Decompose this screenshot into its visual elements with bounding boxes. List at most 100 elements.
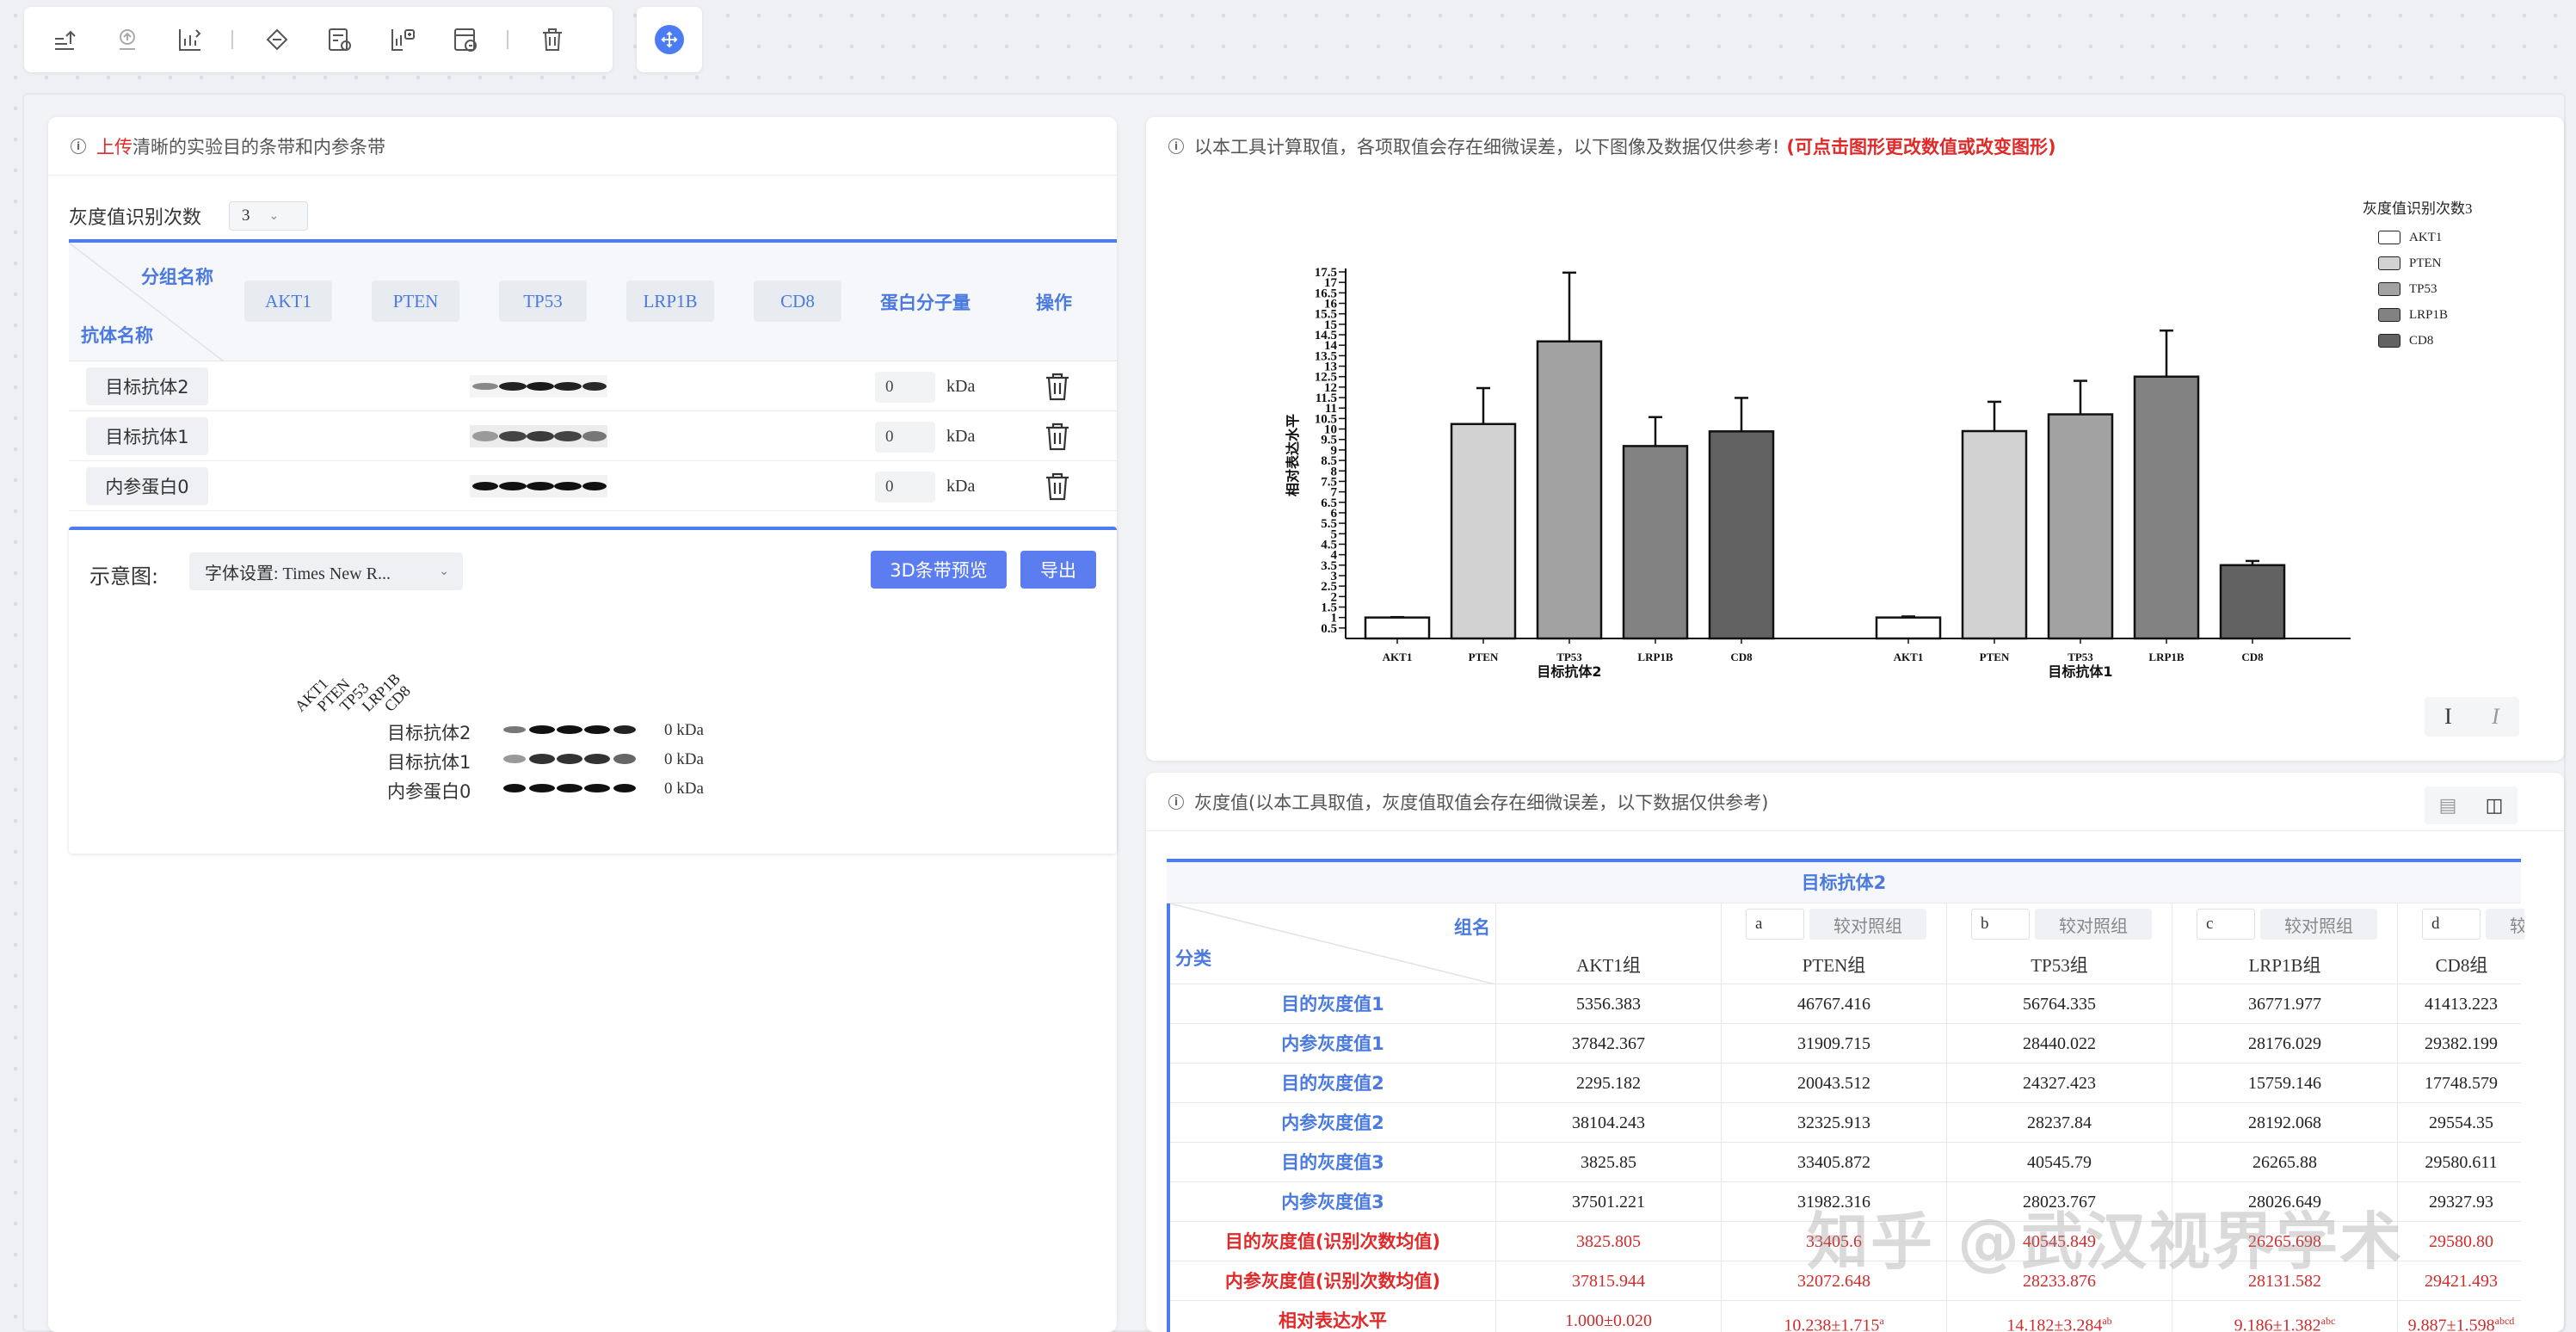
table-cell[interactable]: 15759.146	[2172, 1064, 2397, 1103]
bar[interactable]	[1875, 616, 1942, 640]
table-cell[interactable]: 28440.022	[1946, 1024, 2172, 1064]
settings-doc-icon[interactable]	[318, 18, 361, 61]
table-cell[interactable]: 29421.493	[2397, 1261, 2524, 1301]
table-cell[interactable]: 29554.35	[2397, 1103, 2524, 1143]
edit-chart-icon[interactable]	[444, 18, 486, 61]
text-normal-button[interactable]: I	[2425, 697, 2472, 737]
lane-chip[interactable]: TP53	[499, 281, 587, 322]
table-cell[interactable]: 33405.872	[1721, 1143, 1946, 1182]
lane-chip[interactable]: PTEN	[372, 281, 459, 322]
bar[interactable]	[1536, 340, 1603, 640]
table-cell[interactable]: 5356.383	[1495, 984, 1721, 1024]
move-icon[interactable]	[655, 25, 684, 54]
row-label: 目的灰度值3	[1281, 1152, 1384, 1173]
table-cell[interactable]: 28237.84	[1946, 1103, 2172, 1143]
table-cell[interactable]: 40545.79	[1946, 1143, 2172, 1182]
group-letter-input[interactable]: b	[1971, 909, 2030, 940]
upload-icon[interactable]	[43, 18, 85, 61]
group-letter-input[interactable]: c	[2197, 909, 2255, 940]
chart-icon[interactable]	[169, 18, 211, 61]
table-cell[interactable]: 10.238±1.715a	[1721, 1301, 1946, 1332]
trash-icon[interactable]	[1041, 420, 1074, 453]
lane-chip[interactable]: LRP1B	[626, 281, 714, 322]
table-cell[interactable]: 3825.805	[1495, 1222, 1721, 1261]
bar[interactable]	[2219, 564, 2286, 640]
group-name: AKT1组	[1576, 955, 1641, 976]
compare-button[interactable]: 较对照组	[2035, 909, 2152, 940]
group-letter-input[interactable]: a	[1746, 909, 1804, 940]
table-cell[interactable]: 56764.335	[1946, 984, 2172, 1024]
table-cell[interactable]: 37815.944	[1495, 1261, 1721, 1301]
table-cell[interactable]: 29580.80	[2397, 1222, 2524, 1261]
table-cell[interactable]: 1.000±0.020	[1495, 1301, 1721, 1332]
table-cell[interactable]: 37842.367	[1495, 1024, 1721, 1064]
table-row: 内参灰度值1 37842.367 31909.715 28440.022 28176.0…	[1170, 1024, 2521, 1064]
export-button[interactable]: 导出	[1020, 551, 1096, 589]
trash-icon[interactable]	[531, 18, 573, 61]
table-cell[interactable]: 17748.579	[2397, 1064, 2524, 1103]
table-cell[interactable]: 2295.182	[1495, 1064, 1721, 1103]
compare-button[interactable]: 较对照组	[1809, 909, 1926, 940]
table-cell[interactable]: 26265.88	[2172, 1143, 2397, 1182]
trash-icon[interactable]	[1041, 470, 1074, 503]
table-cell[interactable]: 9.186±1.382abc	[2172, 1301, 2397, 1332]
significance-mark: ab	[2102, 1315, 2112, 1327]
band-image[interactable]	[470, 475, 607, 497]
significance-mark: a	[1879, 1315, 1884, 1327]
table-title: 目标抗体2	[1167, 862, 2521, 903]
bar[interactable]	[2047, 413, 2114, 640]
antibody-name[interactable]: 目标抗体2	[86, 367, 208, 405]
text-italic-button[interactable]: I	[2472, 697, 2519, 737]
bar[interactable]	[1622, 445, 1689, 640]
table-cell[interactable]: 32325.913	[1721, 1103, 1946, 1143]
compare-button[interactable]: 较对照组	[2260, 909, 2377, 940]
mw-input[interactable]: 0	[875, 472, 935, 503]
table-cell[interactable]: 38104.243	[1495, 1103, 1721, 1143]
table-cell[interactable]: 3825.85	[1495, 1143, 1721, 1182]
table-cell[interactable]: 20043.512	[1721, 1064, 1946, 1103]
count-select[interactable]: 3 ⌄	[229, 201, 309, 231]
cell-value: 56764.335	[2023, 995, 2096, 1014]
cell-value: 3825.805	[1576, 1232, 1641, 1251]
bar[interactable]	[1961, 429, 2028, 640]
band-image[interactable]	[470, 425, 607, 447]
table-cell[interactable]: 9.887±1.598abcd	[2397, 1301, 2524, 1332]
font-select[interactable]: 字体设置: Times New R... ⌄	[189, 552, 463, 590]
group-column: d较对照组 CD8组	[2397, 903, 2524, 984]
lane-chip[interactable]: AKT1	[244, 281, 332, 322]
mw-input[interactable]: 0	[875, 422, 935, 453]
export-icon[interactable]	[106, 18, 148, 61]
table-cell[interactable]: 36771.977	[2172, 984, 2397, 1024]
gray-table-header: 组名 分类 AKT1组 a 较对照组 PTEN组 b 较对照组 TP53组 c 较对照…	[1170, 903, 2524, 984]
table-cell[interactable]: 29580.611	[2397, 1143, 2524, 1182]
diamond-icon[interactable]	[256, 18, 298, 61]
bar[interactable]	[2133, 375, 2200, 640]
bar[interactable]	[1364, 616, 1431, 640]
table-cell[interactable]: 28192.068	[2172, 1103, 2397, 1143]
group-letter-input[interactable]: d	[2422, 909, 2480, 940]
compare-button[interactable]: 较对照组	[2486, 909, 2524, 940]
antibody-name[interactable]: 目标抗体1	[86, 417, 208, 455]
lane-chip[interactable]: CD8	[754, 281, 841, 322]
table-cell[interactable]: 31909.715	[1721, 1024, 1946, 1064]
chart-settings-icon[interactable]	[381, 18, 423, 61]
table-cell[interactable]: 14.182±3.284ab	[1946, 1301, 2172, 1332]
list-view-icon[interactable]: ▤	[2425, 786, 2471, 824]
bar[interactable]	[1450, 422, 1517, 640]
table-cell[interactable]: 24327.423	[1946, 1064, 2172, 1103]
3d-preview-button[interactable]: 3D条带预览	[871, 551, 1007, 589]
table-cell[interactable]: 46767.416	[1721, 984, 1946, 1024]
table-cell[interactable]: 37501.221	[1495, 1182, 1721, 1222]
row-label: 内参灰度值3	[1281, 1192, 1384, 1212]
table-cell[interactable]: 41413.223	[2397, 984, 2524, 1024]
column-view-icon[interactable]: ◫	[2471, 786, 2517, 824]
antibody-name[interactable]: 内参蛋白0	[86, 467, 208, 505]
table-cell[interactable]: 29382.199	[2397, 1024, 2524, 1064]
table-cell[interactable]: 28176.029	[2172, 1024, 2397, 1064]
band-image[interactable]	[470, 375, 607, 398]
table-cell[interactable]: 29327.93	[2397, 1182, 2524, 1222]
bar-chart[interactable]: 0.511.522.533.544.555.566.577.588.599.51…	[1146, 186, 2351, 737]
bar[interactable]	[1708, 430, 1775, 640]
trash-icon[interactable]	[1041, 370, 1074, 403]
mw-input[interactable]: 0	[875, 372, 935, 403]
